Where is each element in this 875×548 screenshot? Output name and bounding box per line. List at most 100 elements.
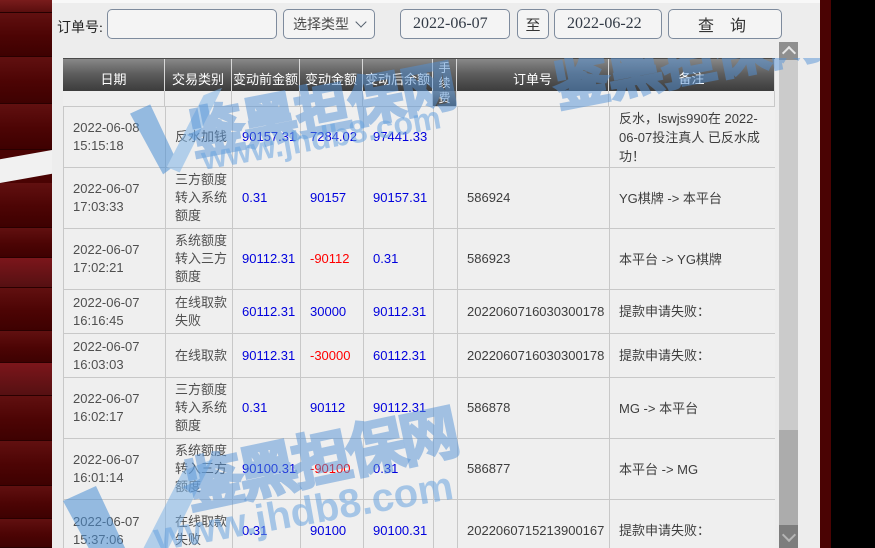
- table-header: 日期 交易类别 变动前金额 变动金额 变动后余额 手续 订单号 备注: [63, 58, 775, 92]
- date-from-value: 2022-06-07: [413, 15, 488, 33]
- cell-order-no: [458, 107, 610, 168]
- order-number-label: 订单号:: [57, 17, 103, 37]
- right-black-area: [831, 0, 875, 548]
- cell-category: 三方额度转入系统额度: [166, 378, 233, 439]
- table-row: 2022-06-0716:02:17 三方额度转入系统额度 0.31 90112…: [64, 378, 775, 439]
- cell-remark: YG棋牌 -> 本平台: [610, 168, 775, 229]
- header-order-no: 订单号: [457, 59, 609, 92]
- sidebar-item: [0, 228, 52, 258]
- right-red-strip: [820, 0, 831, 548]
- query-button[interactable]: 查 询: [668, 9, 782, 39]
- cell-remark: MG -> 本平台: [610, 378, 775, 439]
- header-before-amount: 变动前金额: [232, 59, 300, 92]
- sidebar-item: [0, 258, 52, 288]
- scrollbar-track[interactable]: [779, 430, 798, 525]
- cell-after-balance: 90100.31: [364, 500, 434, 548]
- sidebar-item: [0, 13, 52, 57]
- scrollbar-down-button[interactable]: [779, 525, 798, 548]
- date-from-input[interactable]: 2022-06-07: [400, 9, 510, 39]
- cell-fee: [434, 439, 458, 500]
- chevron-down-icon: [355, 16, 366, 27]
- cell-fee: [434, 168, 458, 229]
- cell-category: 系统额度转入三方额度: [166, 229, 233, 290]
- cell-change-amount: -30000: [301, 334, 364, 378]
- table-row: 2022-06-0716:16:45 在线取款失败 60112.31 30000…: [64, 290, 775, 334]
- date-range-to-label: 至: [517, 9, 549, 39]
- header-after-balance: 变动后余额: [363, 59, 433, 92]
- cell-remark: 提款申请失败：: [610, 290, 775, 334]
- cell-before-amount: 90157.31: [233, 107, 301, 168]
- scrollbar-thumb[interactable]: [779, 60, 798, 430]
- type-select-value: 选择类型: [293, 14, 349, 34]
- cell-change-amount: -90112: [301, 229, 364, 290]
- cell-before-amount: 90100.31: [233, 439, 301, 500]
- cell-date: 2022-06-0717:02:21: [64, 229, 166, 290]
- table-row: 2022-06-0717:02:21 系统额度转入三方额度 90112.31 -…: [64, 229, 775, 290]
- cell-order-no: 586877: [458, 439, 610, 500]
- header-change-amount: 变动金额: [300, 59, 363, 92]
- date-to-value: 2022-06-22: [567, 15, 642, 33]
- cell-change-amount: 90100: [301, 500, 364, 548]
- sidebar-item: [0, 288, 52, 331]
- vertical-scrollbar[interactable]: [779, 42, 798, 548]
- sidebar-item: [0, 486, 52, 519]
- cell-change-amount: 7284.02: [301, 107, 364, 168]
- sidebar-item: [0, 519, 52, 548]
- scrollbar-up-button[interactable]: [779, 42, 798, 60]
- sidebar-item: [0, 104, 52, 150]
- cell-fee: [434, 229, 458, 290]
- cell-before-amount: 90112.31: [233, 334, 301, 378]
- cell-category: 反水加钱: [166, 107, 233, 168]
- cell-remark: 本平台 -> YG棋牌: [610, 229, 775, 290]
- table-row: 2022-06-0716:01:14 系统额度转入三方额度 90100.31 -…: [64, 439, 775, 500]
- cell-after-balance: 60112.31: [364, 334, 434, 378]
- cell-date: 2022-06-0716:03:03: [64, 334, 166, 378]
- main-content: 订单号: 选择类型 2022-06-07 至 2022-06-22 查 询 日期…: [52, 0, 820, 548]
- cell-after-balance: 90112.31: [364, 378, 434, 439]
- cell-order-no: 586923: [458, 229, 610, 290]
- sidebar-menu: [0, 0, 52, 548]
- cell-change-amount: -90100: [301, 439, 364, 500]
- cell-before-amount: 0.31: [233, 168, 301, 229]
- cell-fee: [434, 290, 458, 334]
- type-select[interactable]: 选择类型: [283, 9, 375, 39]
- cell-date: 2022-06-0716:02:17: [64, 378, 166, 439]
- cell-remark: 反水，lswjs990在 2022-06-07投注真人 已反水成功！: [610, 107, 775, 168]
- cell-date: 2022-06-0717:03:33: [64, 168, 166, 229]
- cell-fee: [434, 334, 458, 378]
- cell-order-no: 2022060715213900167: [458, 500, 610, 548]
- cell-date: 2022-06-0716:16:45: [64, 290, 166, 334]
- sidebar-item: [0, 0, 52, 13]
- table-row: 2022-06-0815:15:18 反水加钱 90157.31 7284.02…: [64, 107, 775, 168]
- header-category: 交易类别: [165, 59, 232, 92]
- header-fee: 手续: [433, 59, 457, 92]
- app-window: 订单号: 选择类型 2022-06-07 至 2022-06-22 查 询 日期…: [0, 0, 875, 548]
- cell-after-balance: 90112.31: [364, 290, 434, 334]
- cell-category: 在线取款: [166, 334, 233, 378]
- cell-date: 2022-06-0715:37:06: [64, 500, 166, 548]
- cell-fee: [434, 500, 458, 548]
- cell-before-amount: 0.31: [233, 378, 301, 439]
- table-row: 2022-06-0715:37:06 在线取款失败 0.31 90100 901…: [64, 500, 775, 548]
- cell-category: 三方额度转入系统额度: [166, 168, 233, 229]
- cell-after-balance: 0.31: [364, 439, 434, 500]
- date-to-input[interactable]: 2022-06-22: [554, 9, 662, 39]
- cell-remark: 提款申请失败：: [610, 500, 775, 548]
- cell-order-no: 586878: [458, 378, 610, 439]
- cell-category: 在线取款失败: [166, 500, 233, 548]
- cell-category: 系统额度转入三方额度: [166, 439, 233, 500]
- cell-remark: 本平台 -> MG: [610, 439, 775, 500]
- sidebar-item: [0, 396, 52, 441]
- header-remark: 备注: [609, 59, 775, 92]
- cell-date: 2022-06-0815:15:18: [64, 107, 166, 168]
- order-number-input[interactable]: [107, 9, 277, 39]
- sidebar-item: [0, 441, 52, 486]
- sidebar-item: [0, 363, 52, 396]
- table-row: 2022-06-0716:03:03 在线取款 90112.31 -30000 …: [64, 334, 775, 378]
- sidebar-item: [0, 183, 52, 228]
- table-row: 2022-06-0717:03:33 三方额度转入系统额度 0.31 90157…: [64, 168, 775, 229]
- cell-order-no: 2022060716030300178: [458, 290, 610, 334]
- cell-date: 2022-06-0716:01:14: [64, 439, 166, 500]
- cell-change-amount: 30000: [301, 290, 364, 334]
- cell-change-amount: 90157: [301, 168, 364, 229]
